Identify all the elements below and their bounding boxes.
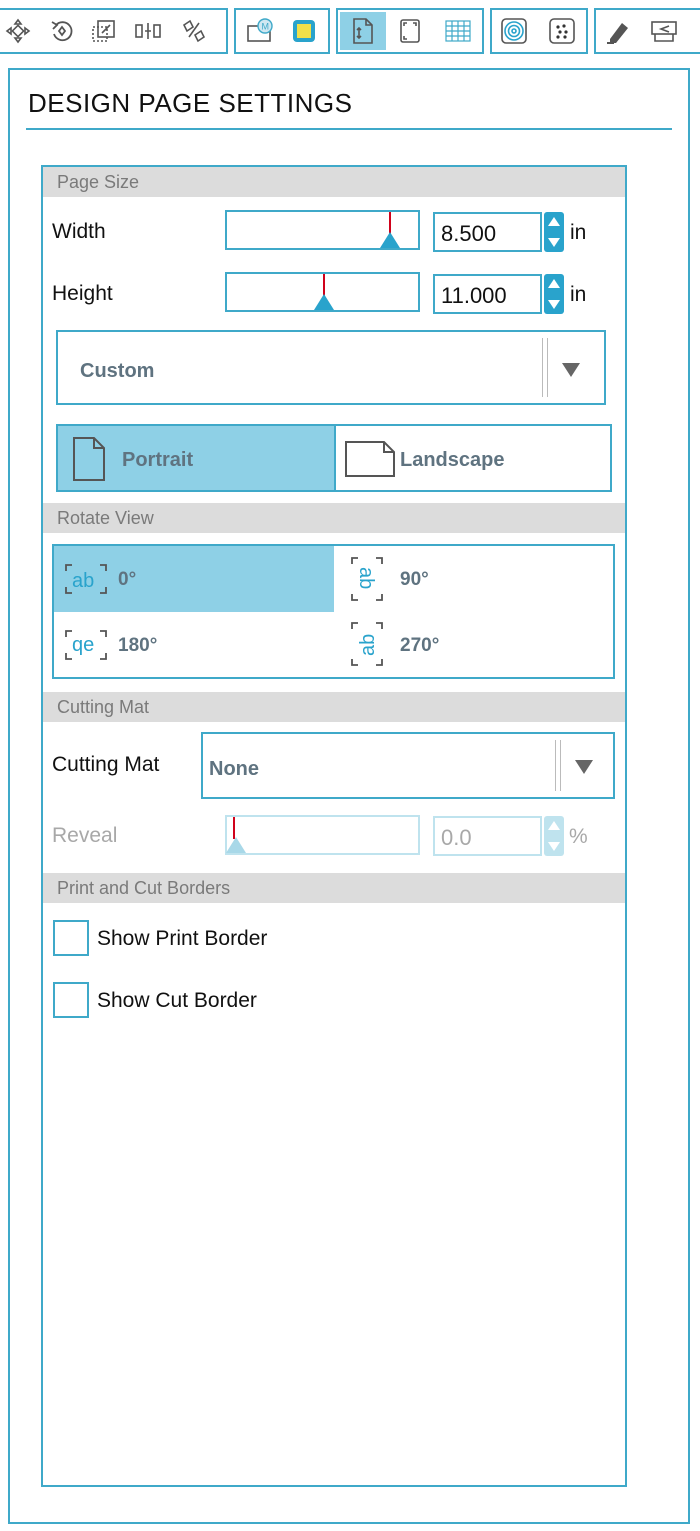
height-slider[interactable] <box>225 272 420 312</box>
height-decrement-icon[interactable] <box>548 300 560 309</box>
height-slider-thumb[interactable] <box>314 294 334 310</box>
portrait-label: Portrait <box>122 449 194 471</box>
height-spinner[interactable] <box>544 274 564 314</box>
height-increment-icon[interactable] <box>548 279 560 288</box>
width-increment-icon[interactable] <box>548 217 560 226</box>
cutting-mat-label: Cutting Mat <box>52 753 160 776</box>
rotate-180-icon: qe <box>65 630 107 660</box>
output-toolbar-group <box>594 8 700 54</box>
rotate-180-button[interactable]: qe 180° <box>54 612 334 677</box>
rotate-0-label: 0° <box>118 569 137 590</box>
orientation-toggle: Portrait Landscape <box>56 424 612 492</box>
show-cut-border-label[interactable]: Show Cut Border <box>97 989 257 1013</box>
chevron-down-icon <box>562 363 580 377</box>
reveal-slider-thumb[interactable] <box>226 837 246 853</box>
rotate-icon[interactable] <box>44 12 80 50</box>
title-divider <box>26 128 672 130</box>
width-decrement-icon[interactable] <box>548 238 560 247</box>
scale-icon[interactable] <box>86 12 122 50</box>
width-spinner[interactable] <box>544 212 564 252</box>
svg-text:qe: qe <box>72 634 94 656</box>
rotate-0-icon: ab <box>65 564 107 594</box>
grid-icon[interactable] <box>440 12 476 50</box>
dropdown-separator <box>555 740 561 791</box>
rotate-270-icon: ab <box>351 622 383 666</box>
replicate-icon[interactable] <box>176 12 212 50</box>
rotate-180-label: 180° <box>118 635 158 656</box>
fill-icon[interactable] <box>286 12 322 50</box>
sketch-icon[interactable] <box>600 12 636 50</box>
rotate-view-options: ab 0° ab 90° qe 180° ab 270° <box>52 544 615 679</box>
dropdown-separator <box>542 338 548 397</box>
rotate-270-button[interactable]: ab 270° <box>334 612 613 677</box>
rotate-0-button[interactable]: ab 0° <box>54 546 334 612</box>
transform-toolbar-group <box>0 8 228 54</box>
rotate-270-label: 270° <box>400 635 440 656</box>
reveal-input[interactable]: 0.0 <box>433 816 542 856</box>
cutting-mat-value: None <box>209 758 259 780</box>
reveal-label: Reveal <box>52 824 118 847</box>
height-slider-indicator <box>323 274 325 296</box>
library-icon[interactable]: M <box>242 12 278 50</box>
svg-text:M: M <box>262 22 270 32</box>
width-unit: in <box>570 221 587 244</box>
width-slider[interactable] <box>225 210 420 250</box>
rotate-90-label: 90° <box>400 569 429 590</box>
width-input[interactable]: 8.500 <box>433 212 542 252</box>
library-toolbar-group: M <box>234 8 330 54</box>
width-slider-thumb[interactable] <box>380 232 400 248</box>
page-size-preset-dropdown[interactable]: Custom <box>56 330 606 405</box>
reveal-slider[interactable] <box>225 815 420 855</box>
effects-toolbar-group <box>490 8 588 54</box>
show-print-border-checkbox[interactable] <box>53 920 89 956</box>
page-size-header: Page Size <box>43 167 625 197</box>
registration-icon[interactable] <box>392 12 428 50</box>
portrait-button[interactable]: Portrait <box>58 426 334 490</box>
height-unit: in <box>570 283 587 306</box>
cutting-mat-dropdown[interactable]: None <box>201 732 615 799</box>
svg-text:ab: ab <box>72 570 94 592</box>
reveal-spinner[interactable] <box>544 816 564 856</box>
height-input[interactable]: 11.000 <box>433 274 542 314</box>
width-slider-indicator <box>389 212 391 234</box>
move-icon[interactable] <box>0 12 36 50</box>
page-toolbar-group <box>336 8 484 54</box>
rotate-90-icon: ab <box>351 557 383 601</box>
svg-text:ab: ab <box>357 634 379 656</box>
rotate-view-header: Rotate View <box>43 503 625 533</box>
reveal-slider-indicator <box>233 817 235 839</box>
send-icon[interactable] <box>646 12 682 50</box>
svg-text:ab: ab <box>355 567 377 589</box>
page-setup-icon[interactable] <box>340 12 386 50</box>
landscape-button[interactable]: Landscape <box>336 426 610 490</box>
landscape-icon <box>345 441 395 477</box>
portrait-icon <box>73 437 105 481</box>
show-print-border-label[interactable]: Show Print Border <box>97 927 267 951</box>
align-icon[interactable] <box>130 12 166 50</box>
rotate-90-button[interactable]: ab 90° <box>334 546 613 612</box>
reveal-unit: % <box>569 825 588 848</box>
offset-icon[interactable] <box>496 12 532 50</box>
panel-title: DESIGN PAGE SETTINGS <box>28 88 353 118</box>
trace-icon[interactable] <box>544 12 580 50</box>
height-label: Height <box>52 282 113 305</box>
print-cut-borders-header: Print and Cut Borders <box>43 873 625 903</box>
chevron-down-icon <box>575 760 593 774</box>
width-label: Width <box>52 220 106 243</box>
show-cut-border-checkbox[interactable] <box>53 982 89 1018</box>
page-size-preset-value: Custom <box>80 360 155 382</box>
reveal-decrement-icon[interactable] <box>548 842 560 851</box>
landscape-label: Landscape <box>400 449 505 471</box>
reveal-increment-icon[interactable] <box>548 821 560 830</box>
cutting-mat-header: Cutting Mat <box>43 692 625 722</box>
